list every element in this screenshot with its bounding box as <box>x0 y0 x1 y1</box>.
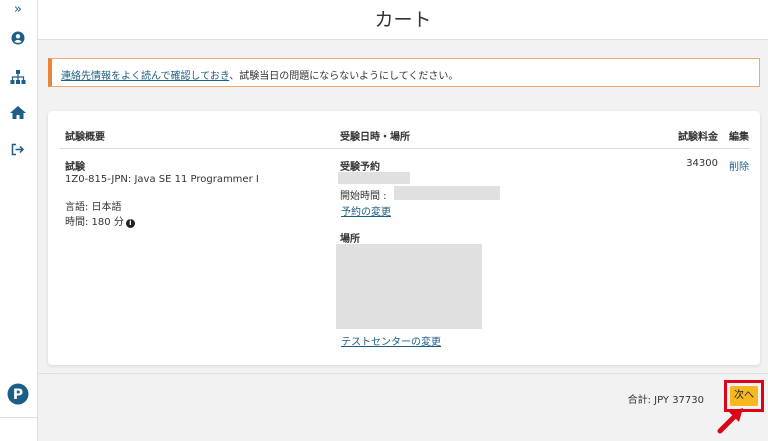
svg-text:P: P <box>13 387 23 403</box>
redacted-location <box>336 244 482 329</box>
exam-duration-text: 時間: 180 分 <box>65 217 124 228</box>
chevron-double-right-icon[interactable]: » <box>0 2 36 17</box>
header-datetime-location: 受験日時・場所 <box>340 132 410 143</box>
info-icon[interactable]: i <box>125 219 135 228</box>
start-time-label: 開始時間 : <box>340 191 387 202</box>
location-label: 場所 <box>340 234 360 245</box>
reservation-label: 受験予約 <box>340 162 380 173</box>
header-edit: 編集 <box>729 132 749 143</box>
main-content: カート 連絡先情報をよく読んで確認しておき、試験当日の問題にならないようにしてく… <box>38 0 768 441</box>
total-amount: 合計: JPY 37730 <box>627 395 704 406</box>
exam-language: 言語: 日本語 <box>65 202 122 213</box>
change-test-center-link[interactable]: テストセンターの変更 <box>341 333 441 348</box>
logout-icon[interactable] <box>0 143 36 160</box>
exam-duration: 時間: 180 分i <box>65 213 135 228</box>
pointer-arrow-icon <box>717 408 743 434</box>
footer-divider <box>38 373 768 374</box>
header-exam-fee: 試験料金 <box>678 132 718 143</box>
notice-banner: 連絡先情報をよく読んで確認しておき、試験当日の問題にならないようにしてください。 <box>48 58 760 87</box>
delete-link[interactable]: 削除 <box>729 158 749 173</box>
cart-card: 試験概要 受験日時・場所 試験料金 編集 試験 1Z0-815-JPN: Jav… <box>48 111 760 365</box>
sidebar-divider <box>0 417 38 418</box>
home-icon[interactable] <box>0 106 36 122</box>
contact-info-link[interactable]: 連絡先情報をよく読んで確認しておき <box>61 71 229 82</box>
next-button[interactable]: 次へ <box>730 386 758 406</box>
exam-fee: 34300 <box>686 158 718 169</box>
user-icon[interactable] <box>0 31 36 48</box>
sitemap-icon[interactable] <box>0 70 36 87</box>
redacted-date <box>338 172 410 184</box>
sidebar: » P <box>0 0 38 441</box>
pearson-logo-icon: P <box>0 383 36 408</box>
page-header: カート <box>38 0 768 40</box>
exam-label: 試験 <box>65 162 85 173</box>
header-exam-summary: 試験概要 <box>65 132 105 143</box>
change-reservation-link[interactable]: 予約の変更 <box>341 203 391 218</box>
notice-text: 、試験当日の問題にならないようにしてください。 <box>229 71 459 82</box>
exam-name: 1Z0-815-JPN: Java SE 11 Programmer I <box>65 174 259 185</box>
page-title: カート <box>374 9 432 31</box>
redacted-start-time <box>394 186 500 200</box>
header-divider <box>60 148 750 149</box>
